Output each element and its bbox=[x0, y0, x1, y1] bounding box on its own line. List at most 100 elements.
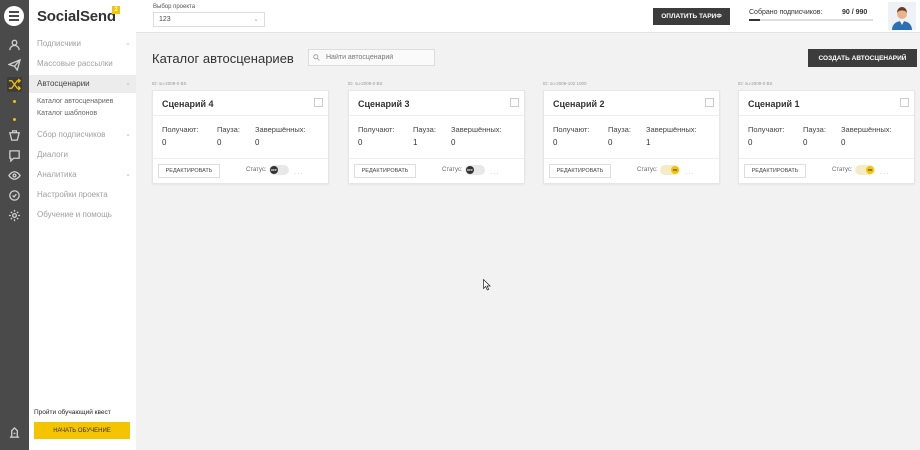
chevron-down-icon: ⌄ bbox=[253, 16, 259, 23]
chevron-down-icon: ⌄ bbox=[125, 131, 131, 138]
autoscenario-icon[interactable] bbox=[7, 77, 22, 92]
sidebar-item-project-settings[interactable]: Настройки проекта bbox=[29, 186, 136, 204]
scenario-card[interactable]: Сценарий 4 Получают: Пауза: Завершённых:… bbox=[152, 90, 329, 184]
edit-button[interactable]: Редактировать bbox=[744, 164, 806, 178]
pay-tariff-button[interactable]: Оплатить тариф bbox=[653, 8, 730, 25]
more-options-icon[interactable]: ... bbox=[685, 167, 695, 176]
card-divider bbox=[349, 115, 524, 116]
stat-paused-label: Пауза: bbox=[413, 125, 436, 134]
card-checkbox[interactable] bbox=[314, 98, 323, 107]
status-label: Статус: bbox=[832, 167, 853, 173]
stat-received-label: Получают: bbox=[553, 125, 590, 134]
dialog-icon[interactable] bbox=[7, 148, 22, 163]
stat-paused-value: 0 bbox=[608, 138, 613, 147]
chevron-down-icon: ⌄ bbox=[125, 171, 131, 178]
project-select-value: 123 bbox=[159, 16, 171, 23]
more-options-icon[interactable]: ... bbox=[880, 167, 890, 176]
nav-indicator-dot bbox=[13, 100, 16, 103]
nav-indicator-dot bbox=[13, 118, 16, 121]
more-options-icon[interactable]: ... bbox=[490, 167, 500, 176]
more-options-icon[interactable]: ... bbox=[294, 167, 304, 176]
create-autoscenario-button[interactable]: Создать автосценарий bbox=[808, 49, 917, 67]
sidebar-item-subscribers[interactable]: Подписчики ⌄ bbox=[29, 35, 136, 53]
submenu-scenario-catalog[interactable]: Каталог автосценариев bbox=[37, 98, 113, 105]
sidebar-item-label: Настройки проекта bbox=[37, 190, 108, 199]
quest-icon[interactable] bbox=[7, 425, 22, 440]
status-toggle-knob: OFF bbox=[270, 166, 278, 174]
project-select[interactable]: 123 ⌄ bbox=[153, 12, 265, 27]
help-icon[interactable] bbox=[7, 208, 22, 223]
stat-completed-label: Завершённых: bbox=[255, 125, 306, 134]
main-content: Каталог автосценариев Создать автосценар… bbox=[136, 33, 920, 450]
sidebar-item-broadcasts[interactable]: Массовые рассылки bbox=[29, 55, 136, 73]
sidebar-item-label: Обучение и помощь bbox=[37, 210, 112, 219]
page-title: Каталог автосценариев bbox=[152, 51, 294, 66]
stat-paused-value: 0 bbox=[803, 138, 808, 147]
search-input[interactable] bbox=[308, 49, 435, 66]
card-checkbox[interactable] bbox=[900, 98, 909, 107]
scenario-card[interactable]: Сценарий 3 Получают: Пауза: Завершённых:… bbox=[348, 90, 525, 184]
submenu-template-catalog[interactable]: Каталог шаблонов bbox=[37, 110, 97, 117]
contacts-icon[interactable] bbox=[7, 37, 22, 52]
status-toggle[interactable]: OFF bbox=[465, 165, 485, 175]
scenario-card[interactable]: Сценарий 2 Получают: Пауза: Завершённых:… bbox=[543, 90, 720, 184]
avatar[interactable] bbox=[888, 2, 916, 30]
sidebar-item-label: Подписчики bbox=[37, 39, 82, 48]
stat-completed-value: 0 bbox=[451, 138, 456, 147]
settings-icon[interactable] bbox=[7, 188, 22, 203]
user-avatar-icon bbox=[888, 2, 916, 30]
stat-completed-value: 1 bbox=[646, 138, 651, 147]
card-title: Сценарий 1 bbox=[748, 99, 800, 109]
card-checkbox[interactable] bbox=[510, 98, 519, 107]
stat-paused-value: 0 bbox=[217, 138, 222, 147]
topbar: Выбор проекта 123 ⌄ Оплатить тариф Собра… bbox=[136, 0, 920, 33]
stat-received-value: 0 bbox=[358, 138, 363, 147]
card-divider bbox=[349, 158, 524, 159]
card-title: Сценарий 2 bbox=[553, 99, 605, 109]
chevron-down-icon: ⌄ bbox=[125, 80, 131, 87]
card-divider bbox=[153, 115, 328, 116]
sidebar-item-label: Автосценарии bbox=[37, 79, 90, 88]
card-divider bbox=[544, 115, 719, 116]
chevron-down-icon: ⌄ bbox=[125, 40, 131, 47]
sidebar-item-collect[interactable]: Сбор подписчиков ⌄ bbox=[29, 126, 136, 144]
card-divider bbox=[153, 158, 328, 159]
card-id: ID: su-2009-0 BS bbox=[152, 81, 187, 86]
start-training-button[interactable]: Начать обучение bbox=[34, 422, 130, 439]
status-toggle-knob: OFF bbox=[466, 166, 474, 174]
stat-received-value: 0 bbox=[162, 138, 167, 147]
edit-button[interactable]: Редактировать bbox=[158, 164, 220, 178]
status-label: Статус: bbox=[246, 167, 267, 173]
status-toggle[interactable]: OFF bbox=[269, 165, 289, 175]
stat-paused-value: 1 bbox=[413, 138, 418, 147]
stat-received-value: 0 bbox=[553, 138, 558, 147]
card-divider bbox=[739, 115, 914, 116]
analytics-icon[interactable] bbox=[7, 168, 22, 183]
stat-received-label: Получают: bbox=[162, 125, 199, 134]
card-checkbox[interactable] bbox=[705, 98, 714, 107]
sidebar: SocialSend 2 Подписчики ⌄ Массовые рассы… bbox=[29, 0, 136, 450]
sidebar-item-help[interactable]: Обучение и помощь bbox=[29, 206, 136, 224]
collect-icon[interactable] bbox=[7, 128, 22, 143]
sidebar-item-label: Аналитика bbox=[37, 170, 77, 179]
status-toggle[interactable]: ON bbox=[660, 165, 680, 175]
status-toggle-knob: ON bbox=[866, 166, 874, 174]
sidebar-item-dialogs[interactable]: Диалоги bbox=[29, 146, 136, 164]
card-divider bbox=[739, 158, 914, 159]
broadcast-icon[interactable] bbox=[7, 57, 22, 72]
status-toggle-knob: ON bbox=[671, 166, 679, 174]
stat-received-label: Получают: bbox=[748, 125, 785, 134]
mouse-cursor-icon bbox=[483, 279, 491, 291]
card-divider bbox=[544, 158, 719, 159]
subscribers-label: Собрано подписчиков: bbox=[749, 9, 823, 16]
card-id: ID: su-2009-102 1000 bbox=[543, 81, 587, 86]
status-toggle[interactable]: ON bbox=[855, 165, 875, 175]
scenario-card[interactable]: Сценарий 1 Получают: Пауза: Завершённых:… bbox=[738, 90, 915, 184]
subscribers-progress-bar bbox=[749, 19, 873, 21]
sidebar-item-autoscenarios[interactable]: Автосценарии ⌄ bbox=[29, 75, 136, 93]
stat-completed-label: Завершённых: bbox=[451, 125, 502, 134]
edit-button[interactable]: Редактировать bbox=[549, 164, 611, 178]
sidebar-item-analytics[interactable]: Аналитика ⌄ bbox=[29, 166, 136, 184]
edit-button[interactable]: Редактировать bbox=[354, 164, 416, 178]
menu-toggle-icon[interactable] bbox=[4, 6, 24, 26]
